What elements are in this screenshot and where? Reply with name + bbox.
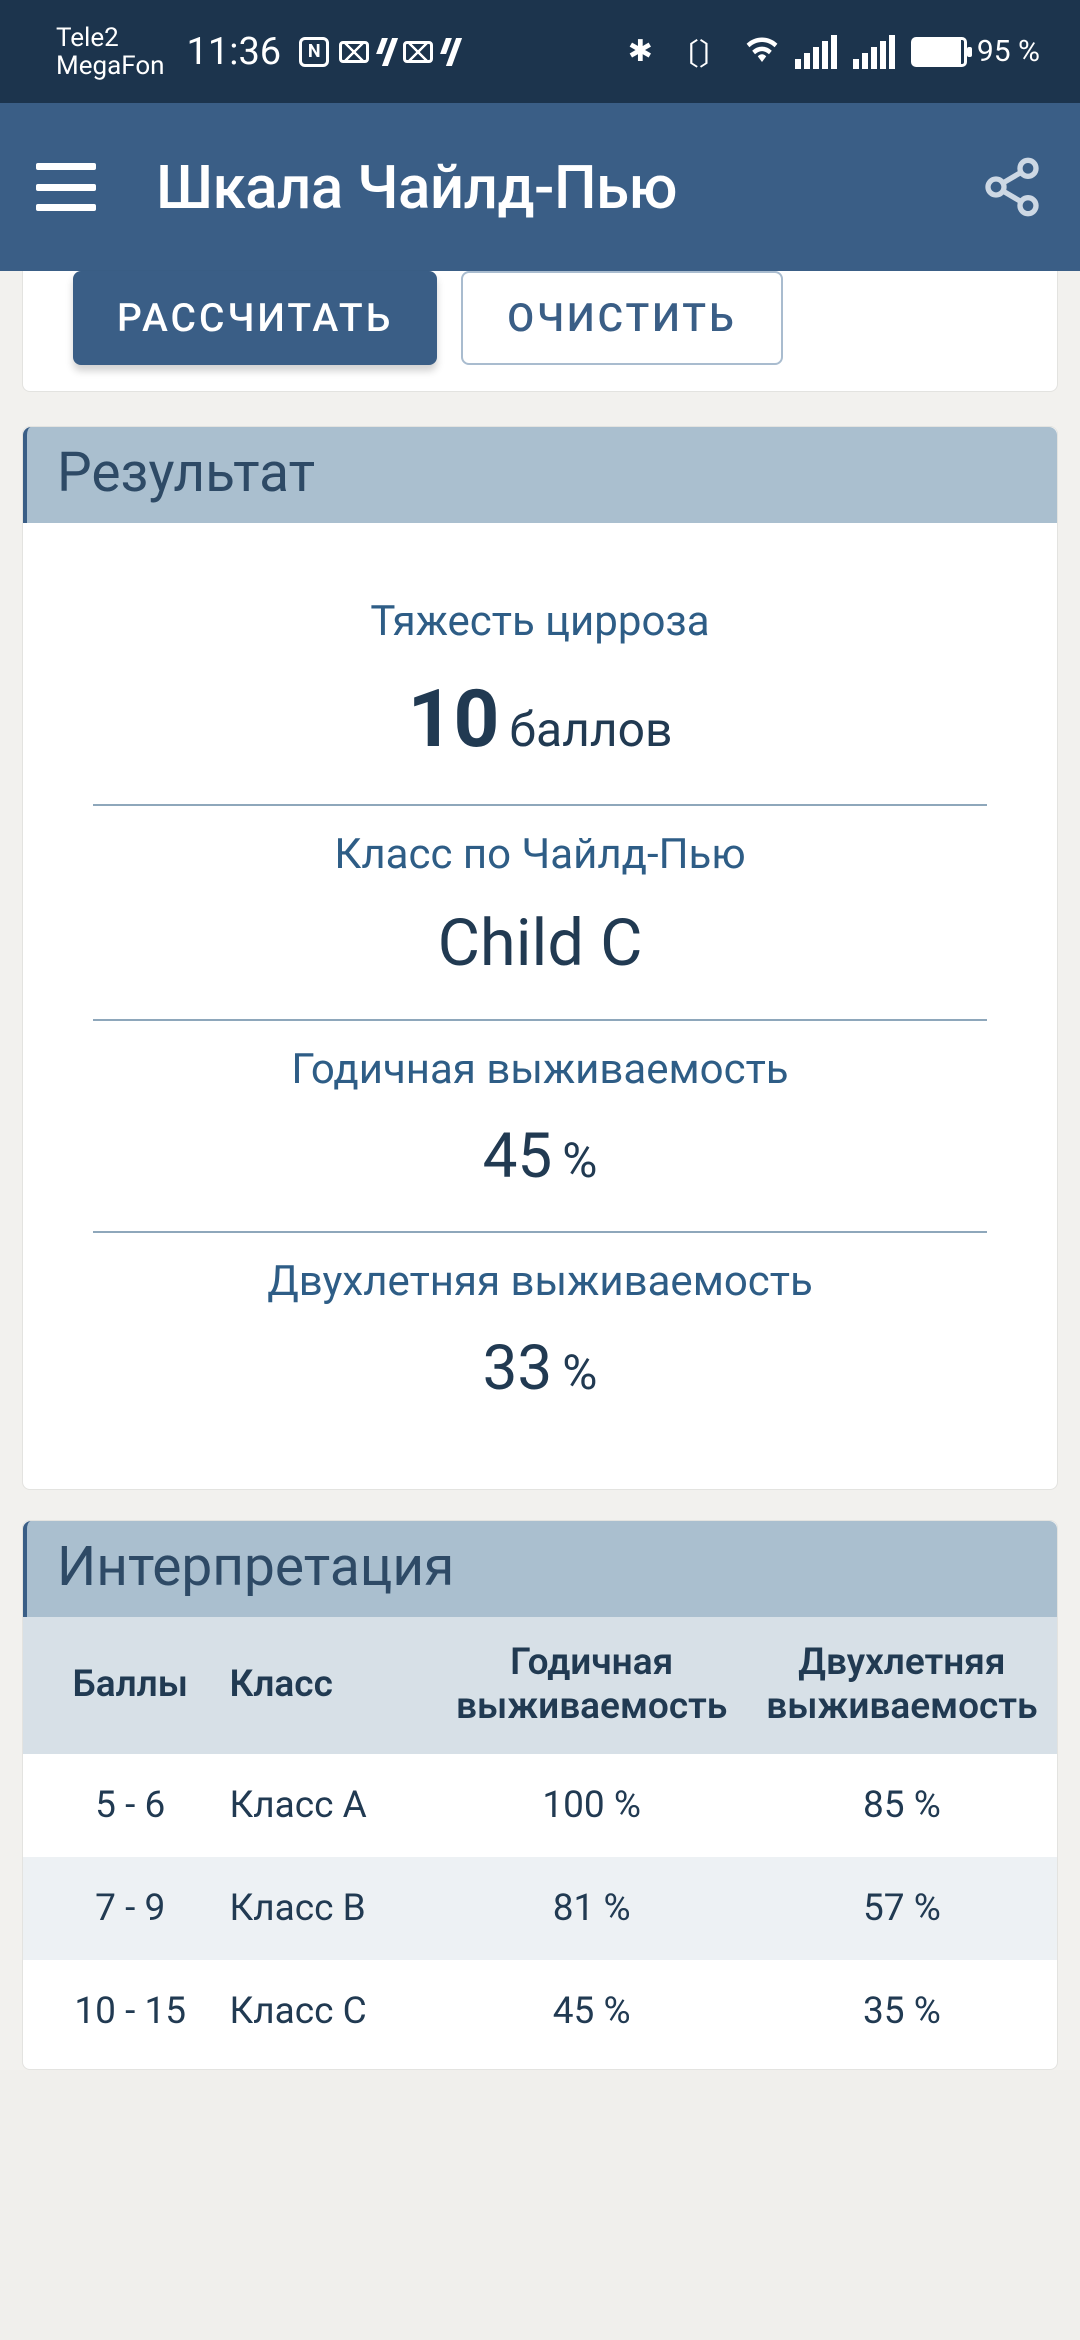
battery-icon bbox=[911, 37, 967, 67]
action-button-row: РАССЧИТАТЬ ОЧИСТИТЬ bbox=[22, 271, 1058, 392]
table-row: 5 - 6 Класс A 100 % 85 % bbox=[23, 1754, 1057, 1857]
bluetooth-icon: ✱ bbox=[628, 34, 653, 69]
nfc-icon: N bbox=[299, 37, 329, 67]
signal-icon-2 bbox=[853, 35, 895, 69]
traffic-icon bbox=[379, 38, 393, 66]
metric-severity: Тяжесть цирроза 10 баллов bbox=[93, 573, 987, 804]
carrier-1: Tele2 bbox=[56, 24, 165, 52]
metric-class: Класс по Чайлд-Пью Child C bbox=[93, 806, 987, 1019]
battery-percent: 95 % bbox=[977, 34, 1040, 69]
status-bar: Tele2 MegaFon 11:36 N ✱ 〔〕 95 % bbox=[0, 0, 1080, 103]
col-1yr: Годичная выживаемость bbox=[437, 1617, 747, 1754]
result-heading: Результат bbox=[23, 427, 1057, 523]
metric-2yr: Двухлетняя выживаемость 33 % bbox=[93, 1233, 987, 1443]
metric-label: Годичная выживаемость bbox=[93, 1045, 987, 1094]
metric-value: Child C bbox=[93, 905, 987, 981]
col-points: Баллы bbox=[23, 1617, 219, 1754]
clear-button[interactable]: ОЧИСТИТЬ bbox=[461, 271, 782, 365]
col-2yr: Двухлетняя выживаемость bbox=[747, 1617, 1057, 1754]
metric-value: 10 баллов bbox=[93, 672, 987, 766]
metric-value: 45 % bbox=[93, 1120, 987, 1193]
wifi-icon bbox=[745, 34, 779, 70]
metric-label: Двухлетняя выживаемость bbox=[93, 1257, 987, 1306]
table-row: 7 - 9 Класс B 81 % 57 % bbox=[23, 1857, 1057, 1960]
interpretation-heading: Интерпретация bbox=[23, 1521, 1057, 1617]
menu-icon[interactable] bbox=[36, 163, 96, 211]
page-title: Шкала Чайлд-Пью bbox=[156, 152, 980, 223]
app-bar: Шкала Чайлд-Пью bbox=[0, 103, 1080, 271]
status-time: 11:36 bbox=[187, 30, 282, 74]
interpretation-card: Интерпретация Баллы Класс Годичная выжив… bbox=[22, 1520, 1058, 2070]
status-right-icons: ✱ 〔〕 95 % bbox=[628, 30, 1040, 74]
metric-value: 33 % bbox=[93, 1332, 987, 1405]
interpretation-table: Баллы Класс Годичная выживаемость Двухле… bbox=[23, 1617, 1057, 2063]
signal-icon-1 bbox=[795, 35, 837, 69]
share-icon[interactable] bbox=[980, 155, 1044, 219]
result-card: Результат Тяжесть цирроза 10 баллов Клас… bbox=[22, 426, 1058, 1490]
calculate-button-label: РАССЧИТАТЬ bbox=[117, 295, 393, 341]
col-class: Класс bbox=[219, 1617, 436, 1754]
clear-button-label: ОЧИСТИТЬ bbox=[507, 295, 736, 341]
traffic-icon-2 bbox=[443, 38, 457, 66]
carrier-labels: Tele2 MegaFon bbox=[56, 24, 165, 80]
table-header-row: Баллы Класс Годичная выживаемость Двухле… bbox=[23, 1617, 1057, 1754]
metric-label: Класс по Чайлд-Пью bbox=[93, 830, 987, 879]
metric-label: Тяжесть цирроза bbox=[93, 597, 987, 646]
table-row: 10 - 15 Класс C 45 % 35 % bbox=[23, 1960, 1057, 2063]
vibrate-icon: 〔〕 bbox=[669, 30, 729, 74]
status-left-icons: N bbox=[299, 37, 457, 67]
mail-icon bbox=[339, 41, 369, 63]
mail-icon-2 bbox=[403, 41, 433, 63]
carrier-2: MegaFon bbox=[56, 52, 165, 80]
calculate-button[interactable]: РАССЧИТАТЬ bbox=[73, 271, 437, 365]
metric-1yr: Годичная выживаемость 45 % bbox=[93, 1021, 987, 1231]
